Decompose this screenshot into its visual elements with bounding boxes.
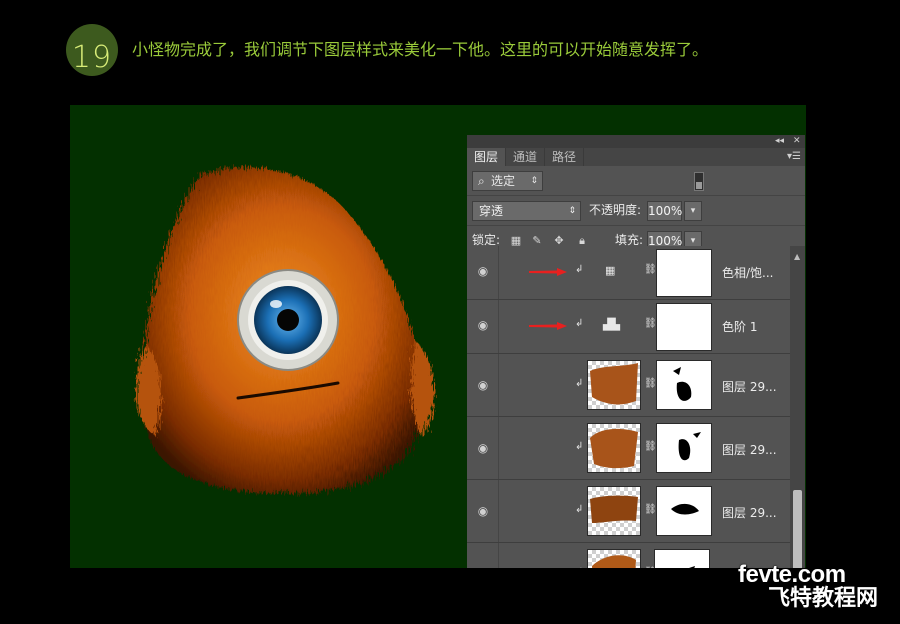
filter-toggle[interactable] — [694, 172, 704, 191]
eye-icon[interactable]: ◉ — [475, 441, 491, 455]
mask-shape-icon — [689, 566, 695, 568]
clip-arrow-icon: ↲ — [575, 504, 584, 515]
opacity-dropdown-button[interactable]: ▾ — [684, 201, 702, 221]
layer-thumbnail[interactable] — [587, 486, 641, 536]
layer-mask-thumbnail[interactable] — [656, 360, 712, 410]
fur-patch-icon — [590, 363, 638, 405]
tab-channels[interactable]: 通道 — [506, 148, 546, 166]
close-panel-button[interactable]: ✕ — [793, 135, 801, 148]
red-arrow-marker — [529, 268, 567, 276]
clip-arrow-icon: ↲ — [575, 318, 584, 329]
fur-patch-icon — [592, 555, 636, 568]
mask-shape-icon — [671, 503, 699, 515]
mask-shape-icon — [673, 367, 692, 401]
row-separator — [498, 300, 499, 353]
layer-row[interactable]: ◉ ↲ ⛓ 图层 29... — [467, 354, 790, 417]
opacity-input[interactable]: 100% — [647, 201, 682, 221]
filter-row: ⌕ 选定 ⇕ — [467, 166, 805, 196]
clip-arrow-icon: ↲ — [575, 378, 584, 389]
clip-arrow-icon: ↲ — [575, 567, 583, 568]
row-separator — [498, 480, 499, 542]
layer-thumbnail[interactable] — [587, 423, 641, 473]
step-badge: 19 — [66, 24, 118, 76]
site-watermark: fevte.com 飞特教程网 — [738, 561, 878, 612]
layer-mask-thumbnail[interactable] — [656, 486, 712, 536]
eye-icon[interactable]: ◉ — [475, 318, 491, 332]
layer-row[interactable]: ◉ ↲ ⛓ 图层 29... — [467, 480, 790, 543]
eye-icon[interactable]: ◉ — [475, 378, 491, 392]
eye-icon[interactable]: ◉ — [475, 567, 491, 568]
chain-link-icon: ⛓ — [644, 378, 657, 389]
layer-name[interactable]: 色相/饱... — [722, 264, 774, 281]
eye-icon[interactable]: ◉ — [475, 504, 491, 518]
fur-patch-icon — [590, 495, 638, 523]
chain-link-icon: ⛓ — [644, 504, 657, 515]
layer-name[interactable]: 图层 29... — [722, 441, 777, 458]
mask-shape-icon — [678, 432, 701, 461]
filter-label: 选定 — [491, 174, 516, 188]
scroll-thumb[interactable] — [793, 490, 802, 568]
levels-icon: ▟▙ — [603, 318, 620, 331]
watermark-sitename: 飞特教程网 — [768, 586, 879, 611]
layer-thumbnail[interactable] — [587, 360, 641, 410]
opacity-label: 不透明度: — [589, 203, 642, 217]
red-arrow-marker — [529, 322, 567, 330]
fur-patch-icon — [590, 428, 638, 469]
toggle-knob — [696, 182, 702, 189]
chain-link-icon: ⛓ — [644, 318, 657, 329]
row-separator — [498, 543, 499, 568]
layer-thumbnail[interactable] — [587, 549, 641, 568]
layers-list: ◉ ↲ ▦ ⛓ 色相/饱... ◉ ↲ ▟▙ ⛓ 色阶 1 ◉ ↲ ⛓ 图层 2… — [467, 246, 805, 568]
layer-row[interactable]: ◉ ↲ ▟▙ ⛓ 色阶 1 — [467, 300, 790, 354]
filter-arrow-icon: ⇕ — [530, 176, 538, 186]
row-separator — [498, 417, 499, 479]
layer-mask-thumbnail[interactable] — [656, 303, 712, 351]
blend-mode-select[interactable]: 穿透 ⇕ — [472, 201, 581, 221]
chain-link-icon: ⛓ — [644, 441, 657, 452]
monster-illustration — [135, 167, 435, 494]
scroll-up-icon[interactable]: ▲ — [794, 252, 800, 261]
layer-mask-thumbnail[interactable] — [654, 549, 710, 568]
panel-tabs: 图层 通道 路径 ▾☰ — [467, 148, 805, 166]
layer-name[interactable]: 图层 29... — [722, 378, 777, 395]
layer-mask-thumbnail[interactable] — [656, 423, 712, 473]
tab-paths[interactable]: 路径 — [545, 148, 585, 166]
layer-name[interactable]: 图层 29... — [722, 504, 777, 521]
layer-filter-select[interactable]: ⌕ 选定 ⇕ — [472, 171, 543, 191]
row-separator — [498, 354, 499, 416]
tab-layers[interactable]: 图层 — [467, 148, 507, 166]
search-icon: ⌕ — [478, 174, 485, 188]
hue-saturation-icon: ▦ — [605, 264, 616, 277]
blend-mode-value: 穿透 — [479, 204, 504, 218]
layer-row[interactable]: ◉ ↲ ▦ ⛓ 色相/饱... — [467, 246, 790, 300]
chevron-updown-icon: ⇕ — [568, 206, 576, 216]
collapse-panel-button[interactable]: ◂◂ — [775, 135, 784, 148]
chain-link-icon: ⛓ — [644, 264, 657, 275]
layer-mask-thumbnail[interactable] — [656, 249, 712, 297]
panel-menu-icon[interactable]: ▾☰ — [787, 148, 801, 166]
row-separator — [498, 246, 499, 299]
eye-icon[interactable]: ◉ — [475, 264, 491, 278]
clip-arrow-icon: ↲ — [575, 264, 584, 275]
watermark-domain: fevte.com — [738, 561, 846, 588]
layer-row[interactable]: ◉ ↲ ⛓ 图层 29... — [467, 417, 790, 480]
layers-panel: ◂◂ ✕ 图层 通道 路径 ▾☰ ⌕ 选定 ⇕ 穿透 ⇕ 不透明度: 100% … — [467, 135, 805, 568]
document-canvas[interactable]: ◂◂ ✕ 图层 通道 路径 ▾☰ ⌕ 选定 ⇕ 穿透 ⇕ 不透明度: 100% … — [70, 105, 806, 568]
layers-scrollbar[interactable]: ▲ — [790, 246, 805, 568]
blend-row: 穿透 ⇕ 不透明度: 100% ▾ — [467, 196, 805, 226]
clip-arrow-icon: ↲ — [575, 441, 584, 452]
panel-titlebar: ◂◂ ✕ — [467, 135, 805, 148]
step-description: 小怪物完成了，我们调节下图层样式来美化一下他。这里的可以开始随意发挥了。 — [132, 40, 709, 59]
layer-name[interactable]: 色阶 1 — [722, 318, 757, 335]
chain-link-icon: ⛓ — [644, 567, 657, 568]
step-number: 19 — [71, 40, 113, 75]
